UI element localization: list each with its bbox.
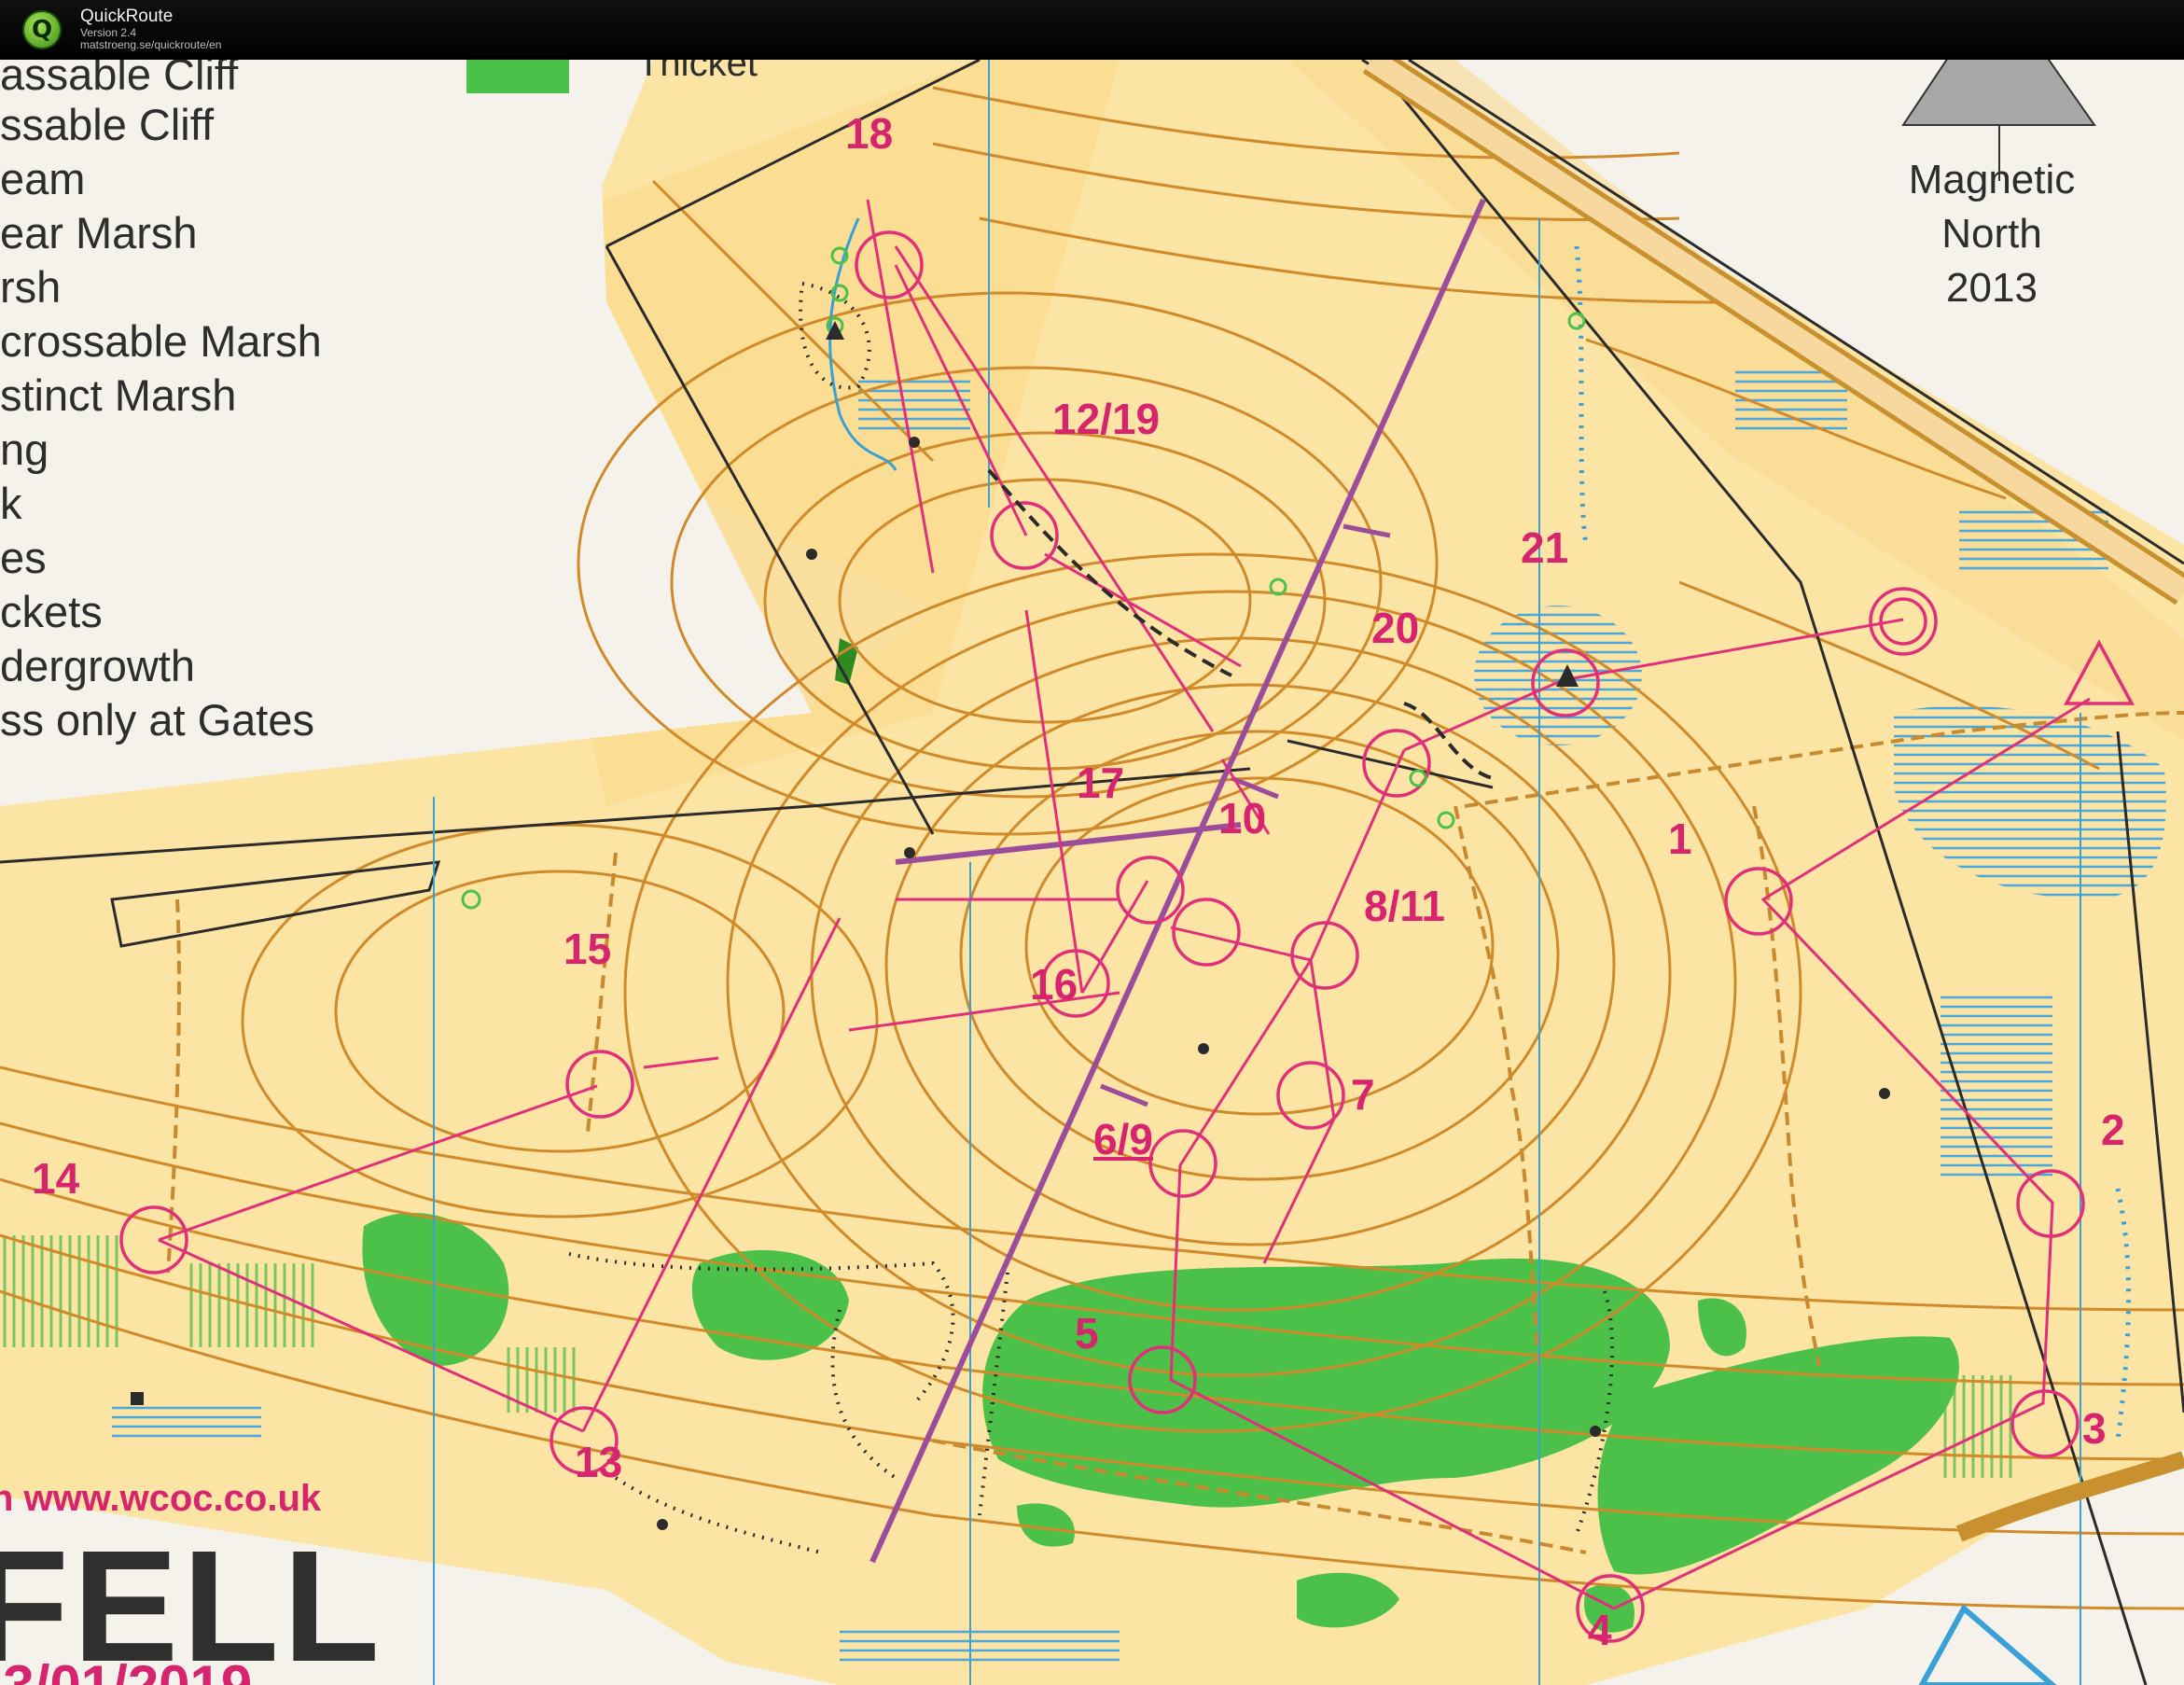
north-line-2: North — [1941, 211, 2042, 257]
control-label-17[interactable]: 17 — [1077, 758, 1124, 808]
legend-item: Thicket — [637, 60, 758, 84]
club-website: n www.wcoc.co.uk — [0, 1478, 322, 1519]
control-label-8-11[interactable]: 8/11 — [1364, 881, 1445, 931]
legend-green-swatch — [466, 60, 569, 93]
control-label-14[interactable]: 14 — [32, 1153, 79, 1204]
control-label-13[interactable]: 13 — [575, 1437, 622, 1487]
control-label-20[interactable]: 20 — [1371, 603, 1419, 653]
orienteering-map[interactable] — [0, 60, 2184, 1685]
legend-item: assable Cliff — [0, 60, 239, 99]
control-label-18[interactable]: 18 — [845, 108, 893, 159]
app-url: matstroeng.se/quickroute/en — [80, 38, 222, 52]
control-label-4[interactable]: 4 — [1588, 1605, 1612, 1655]
quickroute-window: Q QuickRoute Version 2.4 matstroeng.se/q… — [0, 0, 2184, 1685]
legend-item: rsh — [0, 262, 62, 312]
magnetic-north-label: Magnetic North 2013 — [1866, 153, 2118, 315]
legend-item: k — [0, 479, 22, 528]
quickroute-logo-icon: Q — [22, 10, 62, 49]
control-label-12-19[interactable]: 12/19 — [1052, 394, 1160, 444]
control-label-15[interactable]: 15 — [563, 924, 611, 974]
legend-item: ng — [0, 425, 49, 474]
control-label-1[interactable]: 1 — [1668, 814, 1692, 864]
control-label-10[interactable]: 10 — [1218, 793, 1266, 843]
control-label-5[interactable]: 5 — [1075, 1308, 1099, 1358]
legend-item: ss only at Gates — [0, 695, 314, 745]
control-label-16[interactable]: 16 — [1030, 959, 1078, 1010]
control-label-21[interactable]: 21 — [1521, 522, 1568, 573]
legend-item: crossable Marsh — [0, 316, 322, 366]
control-label-7[interactable]: 7 — [1351, 1069, 1375, 1120]
control-label-6-9[interactable]: 6/9 — [1093, 1114, 1153, 1164]
event-date: 13/01/2019 — [0, 1653, 252, 1685]
legend-item: dergrowth — [0, 641, 195, 690]
legend-item: ckets — [0, 587, 103, 636]
legend-item: ear Marsh — [0, 208, 198, 258]
control-label-2[interactable]: 2 — [2101, 1105, 2125, 1155]
legend-item: eam — [0, 154, 86, 203]
title-texts: QuickRoute Version 2.4 matstroeng.se/qui… — [80, 7, 221, 51]
legend-item: stinct Marsh — [0, 370, 237, 420]
north-line-1: Magnetic — [1908, 157, 2076, 202]
map-viewport[interactable]: Thicket assable Cliff ssable Cliff eam e… — [0, 60, 2184, 1685]
title-bar: Q QuickRoute Version 2.4 matstroeng.se/q… — [0, 0, 2184, 60]
north-line-3: 2013 — [1946, 265, 2038, 311]
legend-item: es — [0, 533, 47, 582]
control-label-3[interactable]: 3 — [2082, 1403, 2107, 1454]
legend-item: ssable Cliff — [0, 100, 215, 149]
app-title: QuickRoute — [80, 7, 174, 27]
